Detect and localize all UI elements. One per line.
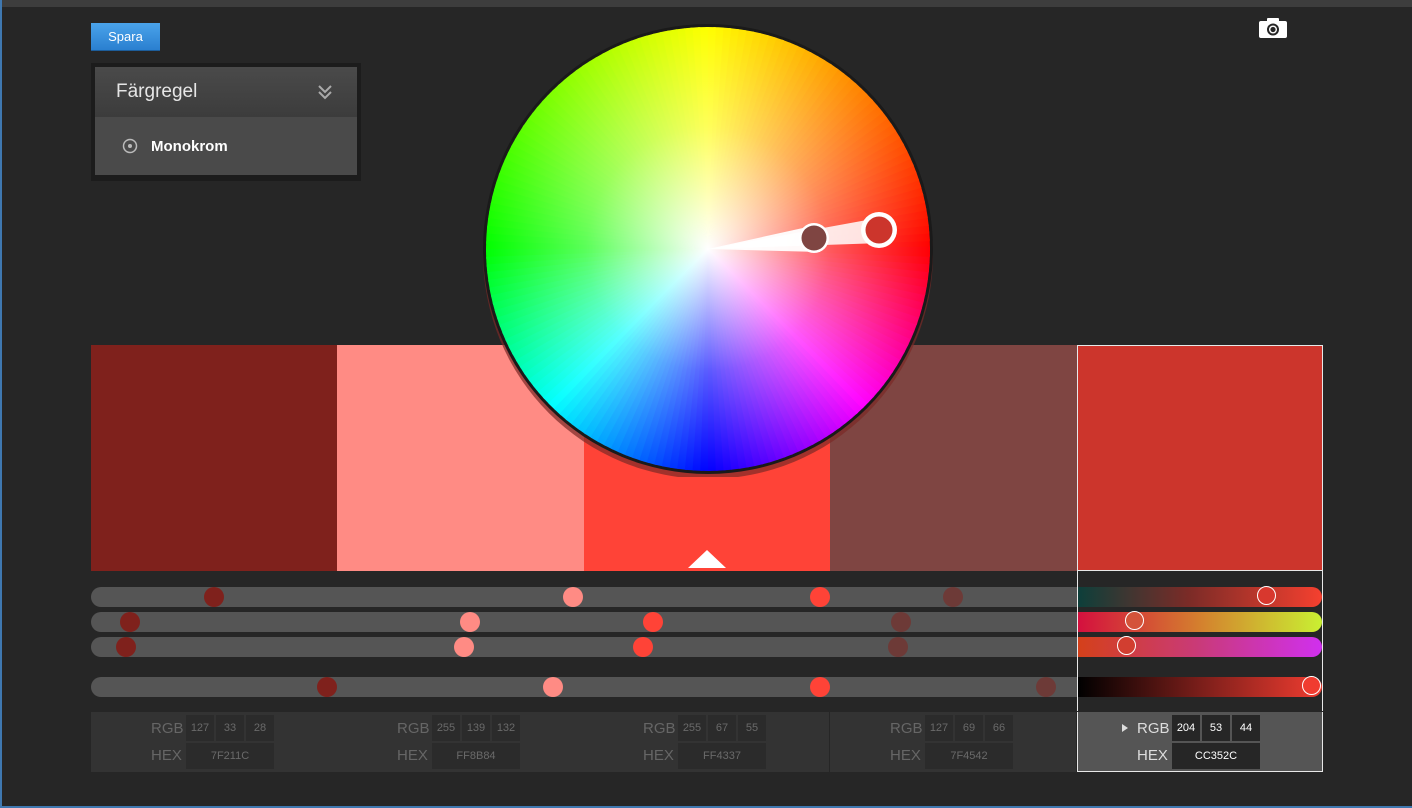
save-button[interactable]: Spara xyxy=(91,23,160,51)
slider-handle[interactable] xyxy=(633,637,653,657)
hex-field[interactable]: FF4337 xyxy=(678,743,766,769)
color-values-3: RGB 255 67 55 HEX FF4337 xyxy=(583,712,829,772)
slider-handle[interactable] xyxy=(891,612,911,632)
base-color-indicator xyxy=(688,550,726,568)
red-field[interactable]: 127 xyxy=(186,715,214,741)
blue-field[interactable]: 55 xyxy=(738,715,766,741)
color-handle-inner xyxy=(801,225,827,251)
expand-triangle-icon[interactable] xyxy=(1122,724,1128,732)
hex-label: HEX xyxy=(397,747,428,764)
base-color-handle-inner xyxy=(865,216,893,244)
red-field[interactable]: 255 xyxy=(678,715,706,741)
slider-handle[interactable] xyxy=(543,677,563,697)
color-rule-option-label: Monokrom xyxy=(151,138,228,155)
slider-handle[interactable] xyxy=(943,587,963,607)
color-rule-option-monokrom[interactable]: Monokrom xyxy=(95,117,357,175)
gradient-slider-1[interactable] xyxy=(1078,587,1322,607)
blue-field[interactable]: 66 xyxy=(985,715,1013,741)
camera-icon[interactable] xyxy=(1258,17,1288,39)
slider-handle[interactable] xyxy=(120,612,140,632)
hex-label: HEX xyxy=(1137,747,1168,764)
slider-handle[interactable] xyxy=(563,587,583,607)
green-field[interactable]: 67 xyxy=(708,715,736,741)
color-rule-title: Färgregel xyxy=(116,81,198,102)
hex-field[interactable]: 7F211C xyxy=(186,743,274,769)
radio-target-icon xyxy=(122,138,138,154)
window-left-border xyxy=(0,0,2,808)
color-swatch-5-selected[interactable] xyxy=(1077,345,1323,571)
slider-handle-selected[interactable] xyxy=(1257,586,1276,605)
red-field[interactable]: 127 xyxy=(925,715,953,741)
gradient-slider-brightness[interactable] xyxy=(1078,677,1322,697)
chevron-down-double-icon[interactable] xyxy=(317,83,333,101)
color-values-5-selected: RGB 204 53 44 HEX CC352C xyxy=(1077,712,1323,772)
hex-field[interactable]: FF8B84 xyxy=(432,743,520,769)
hex-field[interactable]: CC352C xyxy=(1172,743,1260,769)
hex-label: HEX xyxy=(151,747,182,764)
green-field[interactable]: 69 xyxy=(955,715,983,741)
blue-field[interactable]: 44 xyxy=(1232,715,1260,741)
window-top-bar xyxy=(0,0,1412,7)
gradient-slider-2[interactable] xyxy=(1078,612,1322,632)
color-swatch-1[interactable] xyxy=(91,345,337,571)
hex-label: HEX xyxy=(643,747,674,764)
blue-field[interactable]: 132 xyxy=(492,715,520,741)
green-field[interactable]: 33 xyxy=(216,715,244,741)
color-rule-header[interactable]: Färgregel xyxy=(95,67,357,117)
slider-handle[interactable] xyxy=(810,677,830,697)
blue-field[interactable]: 28 xyxy=(246,715,274,741)
color-values-2: RGB 255 139 132 HEX FF8B84 xyxy=(337,712,583,772)
red-field[interactable]: 204 xyxy=(1172,715,1200,741)
slider-handle[interactable] xyxy=(1036,677,1056,697)
rgb-label: RGB xyxy=(397,720,430,737)
slider-handle[interactable] xyxy=(643,612,663,632)
slider-handle[interactable] xyxy=(460,612,480,632)
slider-handle[interactable] xyxy=(454,637,474,657)
slider-handle[interactable] xyxy=(317,677,337,697)
rgb-label: RGB xyxy=(643,720,676,737)
color-values-1: RGB 127 33 28 HEX 7F211C xyxy=(91,712,337,772)
slider-handle[interactable] xyxy=(810,587,830,607)
rgb-label: RGB xyxy=(1137,720,1170,737)
color-wheel[interactable] xyxy=(480,21,936,477)
green-field[interactable]: 139 xyxy=(462,715,490,741)
hex-field[interactable]: 7F4542 xyxy=(925,743,1013,769)
slider-handle-selected[interactable] xyxy=(1125,611,1144,630)
slider-handle-selected[interactable] xyxy=(1302,676,1321,695)
slider-handle[interactable] xyxy=(116,637,136,657)
slider-handle-selected[interactable] xyxy=(1117,636,1136,655)
slider-handle[interactable] xyxy=(204,587,224,607)
gradient-slider-3[interactable] xyxy=(1078,637,1322,657)
hex-label: HEX xyxy=(890,747,921,764)
color-rule-panel: Färgregel Monokrom xyxy=(91,63,361,181)
slider-handle[interactable] xyxy=(888,637,908,657)
green-field[interactable]: 53 xyxy=(1202,715,1230,741)
color-values-4: RGB 127 69 66 HEX 7F4542 xyxy=(830,712,1076,772)
rgb-label: RGB xyxy=(890,720,923,737)
rgb-label: RGB xyxy=(151,720,184,737)
red-field[interactable]: 255 xyxy=(432,715,460,741)
